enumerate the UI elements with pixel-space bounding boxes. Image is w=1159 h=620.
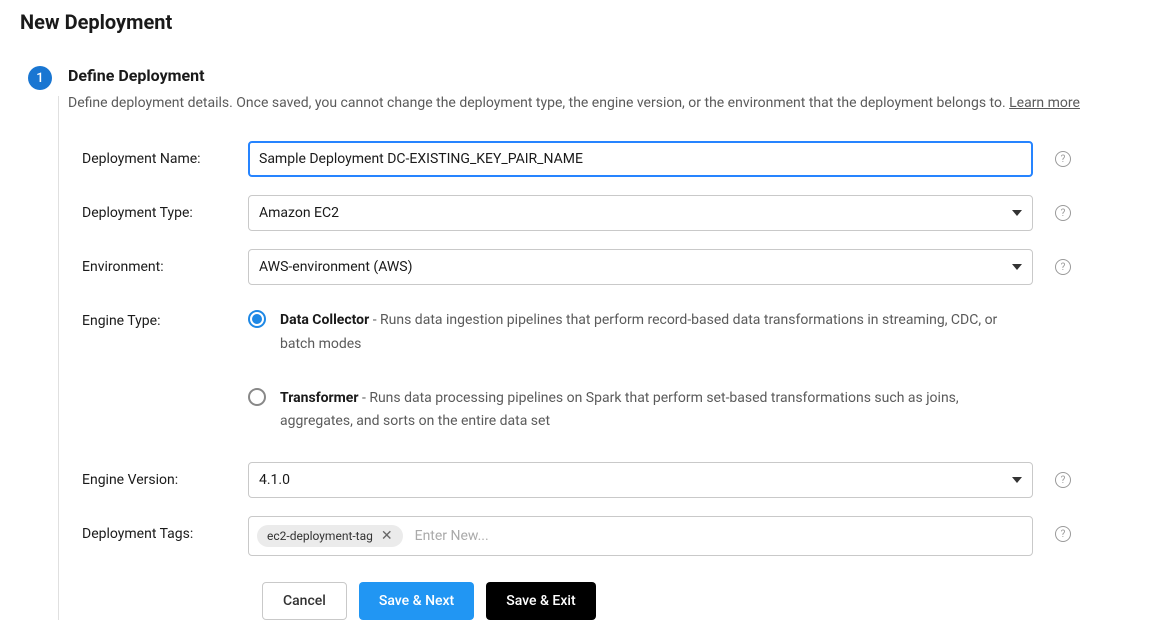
step-badge: 1 (28, 66, 52, 90)
learn-more-link[interactable]: Learn more (1009, 95, 1080, 111)
cancel-button[interactable]: Cancel (262, 582, 347, 620)
save-exit-button[interactable]: Save & Exit (486, 582, 595, 620)
deployment-type-select[interactable]: Amazon EC2 (248, 195, 1033, 231)
help-icon[interactable]: ? (1055, 259, 1071, 275)
engine-type-label: Engine Type: (68, 303, 248, 329)
radio-text: Data Collector - Runs data ingestion pip… (280, 309, 1033, 357)
tag-chip: ec2-deployment-tag ✕ (257, 525, 403, 547)
tag-remove-icon[interactable]: ✕ (381, 529, 393, 543)
step-connector (58, 96, 59, 620)
page-title: New Deployment (20, 10, 1159, 34)
step-desc-text: Define deployment details. Once saved, y… (68, 95, 1009, 111)
step-title: Define Deployment (68, 66, 1139, 85)
engine-type-transformer[interactable]: Transformer - Runs data processing pipel… (248, 387, 1033, 435)
engine-type-data-collector[interactable]: Data Collector - Runs data ingestion pip… (248, 309, 1033, 357)
environment-select[interactable]: AWS-environment (AWS) (248, 249, 1033, 285)
engine-version-label: Engine Version: (68, 462, 248, 488)
engine-version-select[interactable]: 4.1.0 (248, 462, 1033, 498)
help-icon[interactable]: ? (1055, 151, 1071, 167)
deployment-tags-input[interactable] (409, 522, 1024, 550)
help-icon[interactable]: ? (1055, 472, 1071, 488)
radio-unselected-icon (248, 388, 266, 406)
engine-option-desc: - Runs data processing pipelines on Spar… (280, 390, 959, 430)
deployment-tags-label: Deployment Tags: (68, 516, 248, 542)
radio-selected-icon (248, 310, 266, 328)
deployment-type-label: Deployment Type: (68, 195, 248, 221)
environment-label: Environment: (68, 249, 248, 275)
deployment-name-input[interactable] (248, 141, 1033, 177)
help-icon[interactable]: ? (1055, 526, 1071, 542)
tag-label: ec2-deployment-tag (267, 529, 373, 543)
engine-option-name: Transformer (280, 390, 359, 406)
help-icon[interactable]: ? (1055, 205, 1071, 221)
engine-option-name: Data Collector (280, 312, 369, 328)
save-next-button[interactable]: Save & Next (359, 582, 474, 620)
deployment-name-label: Deployment Name: (68, 141, 248, 167)
radio-text: Transformer - Runs data processing pipel… (280, 387, 1033, 435)
engine-option-desc: - Runs data ingestion pipelines that per… (280, 312, 997, 352)
deployment-tags-container[interactable]: ec2-deployment-tag ✕ (248, 516, 1033, 556)
step-description: Define deployment details. Once saved, y… (68, 95, 1139, 111)
